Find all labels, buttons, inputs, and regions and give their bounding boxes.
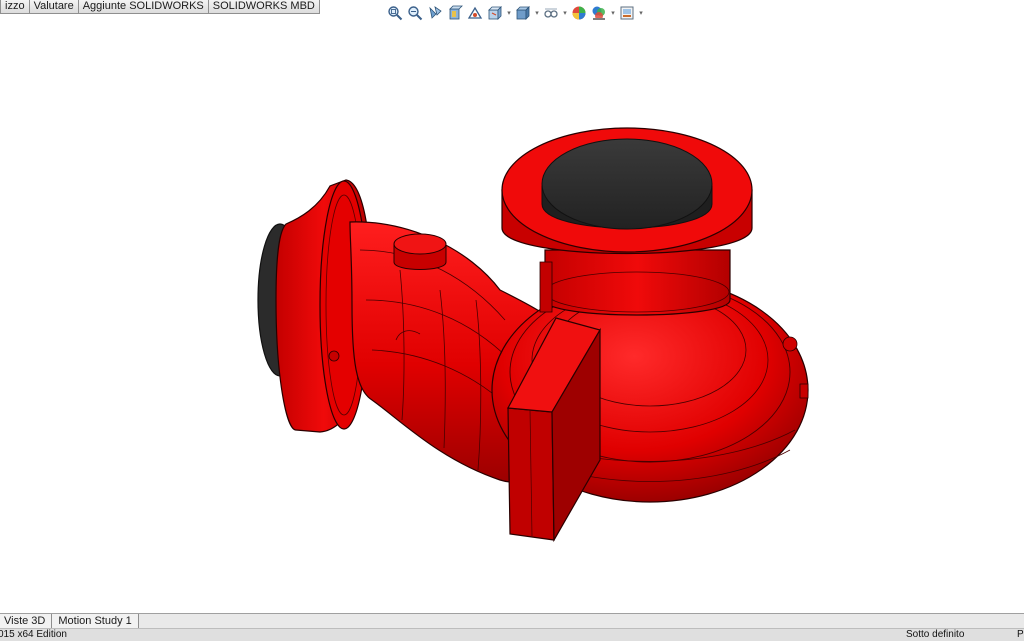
zoom-to-fit-icon[interactable] [386,4,404,22]
dynamic-annotation-views-icon[interactable] [466,4,484,22]
graphics-area[interactable] [0,14,1024,613]
discharge-neck [539,249,731,316]
command-manager-tabs: izzo Valutare Aggiunte SOLIDWORKS SOLIDW… [0,0,320,14]
hide-show-items-icon[interactable] [542,4,560,22]
discharge-flange [501,127,753,255]
view-orientation-icon[interactable] [486,4,504,22]
tab-evaluate[interactable]: Valutare [28,0,79,14]
display-style-icon[interactable] [514,4,532,22]
previous-view-icon[interactable] [426,4,444,22]
chevron-down-icon[interactable]: ▾ [562,9,568,17]
definition-status: Sotto definito [906,629,965,640]
edit-appearance-icon[interactable] [570,4,588,22]
tab-sketch[interactable]: izzo [0,0,30,14]
status-trailing: P [1017,629,1024,640]
chevron-down-icon[interactable]: ▾ [534,9,540,17]
elbow-boss [393,233,447,270]
chevron-down-icon[interactable]: ▾ [506,9,512,17]
tab-motion-study[interactable]: Motion Study 1 [52,614,139,629]
section-view-icon[interactable] [446,4,464,22]
pump-housing-model[interactable] [0,14,1024,613]
heads-up-view-toolbar: ▾ ▾ ▾ ▾ ▾ [386,2,644,24]
tab-solidworks-mbd[interactable]: SOLIDWORKS MBD [207,0,320,14]
chevron-down-icon[interactable]: ▾ [610,9,616,17]
chevron-down-icon[interactable]: ▾ [638,9,644,17]
zoom-to-area-icon[interactable] [406,4,424,22]
apply-scene-icon[interactable] [590,4,608,22]
tab-solidworks-addins[interactable]: Aggiunte SOLIDWORKS [77,0,209,14]
view-settings-icon[interactable] [618,4,636,22]
bottom-tab-strip: Viste 3D Motion Study 1 [0,613,1024,629]
edition-label: 015 x64 Edition [0,629,67,640]
tab-3d-views[interactable]: Viste 3D [0,614,53,629]
status-bar: 015 x64 Edition Sotto definito P [0,628,1024,641]
